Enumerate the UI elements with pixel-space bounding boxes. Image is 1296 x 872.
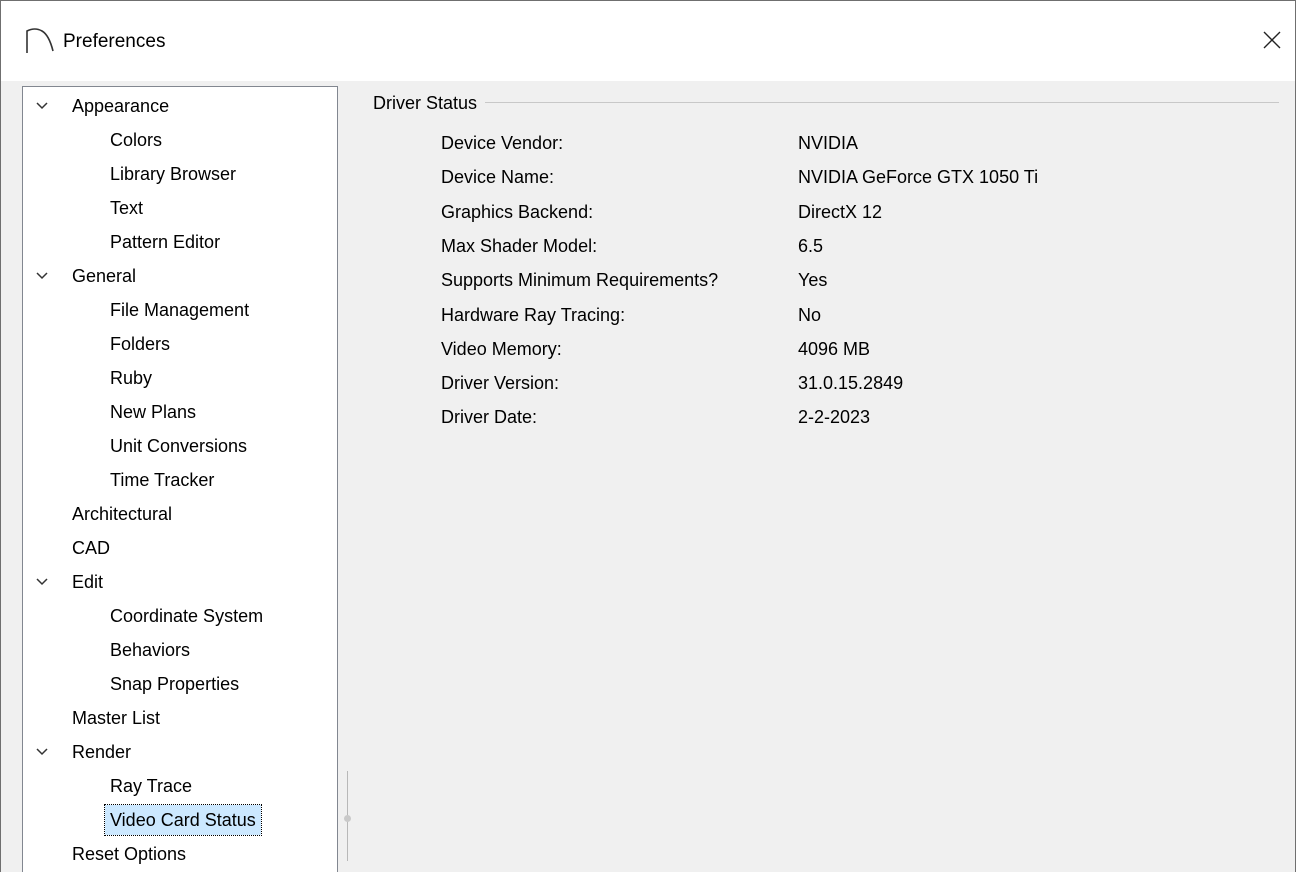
- status-label: Graphics Backend:: [441, 201, 594, 222]
- tree-item-render[interactable]: Render: [23, 735, 337, 769]
- tree-item-label: Video Card Status: [104, 804, 262, 836]
- tree-item-label: File Management: [110, 300, 250, 320]
- category-tree[interactable]: Appearance Colors Library Browser Text Patte…: [22, 86, 338, 872]
- status-label: Max Shader Model:: [441, 235, 598, 256]
- chevron-down-icon[interactable]: [35, 745, 49, 759]
- status-label: Driver Date:: [441, 407, 538, 428]
- tree-item-ruby[interactable]: Ruby: [23, 361, 337, 395]
- tree-item-pattern-editor[interactable]: Pattern Editor: [23, 225, 337, 259]
- status-value: NVIDIA: [798, 133, 859, 153]
- tree-item-label: Reset Options: [72, 844, 187, 864]
- status-label: Video Memory:: [441, 338, 562, 359]
- tree-item-label: New Plans: [110, 402, 197, 422]
- tree-item-colors[interactable]: Colors: [23, 123, 337, 157]
- tree-item-label: Colors: [110, 130, 163, 150]
- tree-item-label: General: [72, 266, 137, 286]
- tree-item-file-management[interactable]: File Management: [23, 293, 337, 327]
- tree-item-time-tracker[interactable]: Time Tracker: [23, 463, 337, 497]
- status-label: Supports Minimum Requirements?: [441, 270, 719, 291]
- status-label: Device Vendor:: [441, 133, 564, 153]
- status-value: Yes: [798, 270, 828, 291]
- status-value: 6.5: [798, 235, 824, 256]
- tree-item-label: Coordinate System: [110, 606, 264, 626]
- chevron-down-icon[interactable]: [35, 575, 49, 589]
- tree-item-label: Appearance: [72, 96, 170, 116]
- tree-item-ray-trace[interactable]: Ray Trace: [23, 769, 337, 803]
- status-value: 4096 MB: [798, 338, 871, 359]
- tree-item-text[interactable]: Text: [23, 191, 337, 225]
- tree-item-folders[interactable]: Folders: [23, 327, 337, 361]
- splitter-handle[interactable]: [344, 815, 351, 822]
- tree-item-label: Snap Properties: [110, 674, 240, 694]
- preferences-dialog: Preferences Appearance Colors Library Brow…: [0, 0, 1296, 872]
- tree-item-cad[interactable]: CAD: [23, 531, 337, 565]
- group-divider: [373, 102, 1279, 103]
- chevron-down-icon[interactable]: [35, 99, 49, 113]
- tree-item-general[interactable]: General: [23, 259, 337, 293]
- tree-item-label: Ray Trace: [110, 776, 193, 796]
- close-icon: [1263, 31, 1281, 49]
- tree-item-reset-options[interactable]: Reset Options: [23, 837, 337, 871]
- tree-item-label: Text: [110, 198, 144, 218]
- tree-item-label: Folders: [110, 334, 171, 354]
- close-button[interactable]: [1249, 17, 1295, 63]
- tree-item-architectural[interactable]: Architectural: [23, 497, 337, 531]
- tree-item-unit-conversions[interactable]: Unit Conversions: [23, 429, 337, 463]
- tree-item-coordinate-system[interactable]: Coordinate System: [23, 599, 337, 633]
- tree-item-snap-properties[interactable]: Snap Properties: [23, 667, 337, 701]
- tree-item-library-browser[interactable]: Library Browser: [23, 157, 337, 191]
- arch-logo-icon: [26, 28, 54, 53]
- tree-item-edit[interactable]: Edit: [23, 565, 337, 599]
- chevron-down-icon[interactable]: [35, 269, 49, 283]
- tree-item-label: Edit: [72, 572, 104, 592]
- status-value: 2-2-2023: [798, 407, 871, 428]
- title-bar: Preferences: [1, 1, 1295, 81]
- tree-item-label: Architectural: [72, 504, 173, 524]
- tree-item-label: CAD: [72, 538, 111, 558]
- status-label: Driver Version:: [441, 373, 560, 394]
- status-value: 31.0.15.2849: [798, 373, 904, 394]
- status-value: DirectX 12: [798, 201, 883, 222]
- status-label: Device Name:: [441, 167, 555, 188]
- tree-item-label: Unit Conversions: [110, 436, 248, 456]
- driver-status-heading: Driver Status: [373, 92, 486, 114]
- tree-item-label: Master List: [72, 708, 161, 728]
- status-label: Hardware Ray Tracing:: [441, 304, 626, 325]
- tree-item-label: Time Tracker: [110, 470, 215, 490]
- tree-item-label: Behaviors: [110, 640, 191, 660]
- tree-item-label: Library Browser: [110, 164, 237, 184]
- tree-item-label: Render: [72, 742, 132, 762]
- tree-item-label: Pattern Editor: [110, 232, 221, 252]
- tree-item-master-list[interactable]: Master List: [23, 701, 337, 735]
- status-value: NVIDIA GeForce GTX 1050 Ti: [798, 167, 1039, 188]
- tree-item-label: Ruby: [110, 368, 153, 388]
- window-title: Preferences: [63, 31, 166, 52]
- tree-item-new-plans[interactable]: New Plans: [23, 395, 337, 429]
- tree-item-appearance[interactable]: Appearance: [23, 89, 337, 123]
- tree-item-video-card-status[interactable]: Video Card Status: [23, 803, 337, 837]
- status-value: No: [798, 304, 822, 325]
- tree-item-behaviors[interactable]: Behaviors: [23, 633, 337, 667]
